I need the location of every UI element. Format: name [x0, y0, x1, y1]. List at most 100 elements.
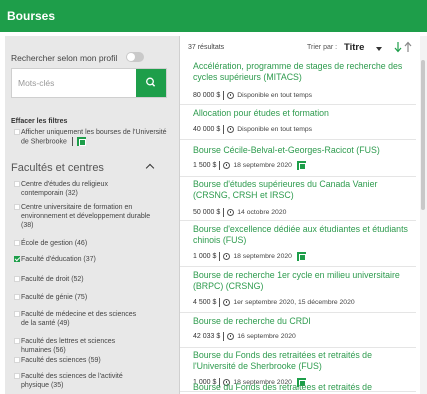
result-title-link[interactable]: Bourse de recherche 1er cycle en milieu …	[193, 270, 411, 292]
result-date: 14 octobre 2020	[237, 209, 287, 216]
result-meta: 80 000 $ Disponible en tout temps	[193, 91, 312, 100]
option-label: Centre d'études du religieux contemporai…	[21, 181, 108, 197]
result-title-link[interactable]: Bourse d'excellence dédiée aux étudiante…	[193, 224, 411, 246]
option-checkbox[interactable]	[14, 357, 20, 363]
option-checkbox[interactable]	[14, 240, 20, 246]
result-item: Bourse Cécile-Belval-et-Georges-Racicot …	[180, 145, 416, 177]
result-date: 18 septembre 2020	[233, 253, 292, 260]
result-item: Bourse d'études supérieures du Canada Va…	[180, 179, 416, 221]
option-checkbox[interactable]	[14, 276, 20, 282]
arrow-up-icon[interactable]	[404, 41, 412, 53]
result-title-link[interactable]: Bourse d'études supérieures du Canada Va…	[193, 179, 411, 201]
result-amount: 4 500 $	[193, 299, 217, 306]
result-meta: 4 500 $ 1er septembre 2020, 15 décembre …	[193, 298, 355, 307]
option-checkbox[interactable]	[14, 311, 20, 317]
results-panel: 37 résultats Trier par : Titre Accélérat…	[180, 36, 420, 394]
sort-label: Trier par :	[307, 44, 338, 51]
clock-icon	[223, 299, 231, 306]
separator	[223, 91, 225, 100]
clock-icon	[227, 92, 235, 99]
option-label: Faculté de médecine et des sciences de l…	[21, 311, 137, 327]
arrow-down-icon[interactable]	[394, 41, 402, 53]
toggle-knob	[127, 53, 135, 61]
option-label: Faculté des lettres et sciences humaines…	[21, 338, 116, 354]
result-date: 16 septembre 2020	[237, 333, 296, 340]
chevron-up-icon[interactable]	[145, 163, 155, 173]
us-badge-icon	[296, 161, 306, 170]
result-amount: 1 000 $	[193, 253, 217, 260]
result-meta: 1 000 $ 18 septembre 2020	[193, 252, 306, 261]
result-title-link[interactable]: Accélération, programme de stages de rec…	[193, 61, 411, 83]
separator	[219, 252, 221, 261]
sherbrooke-only-label: Afficher uniquement les bourses de l'Uni…	[21, 128, 171, 146]
option-checkbox[interactable]	[14, 338, 20, 344]
search-icon	[146, 77, 156, 87]
chevron-down-icon[interactable]	[376, 47, 382, 51]
option-checkbox[interactable]	[14, 373, 20, 379]
keyword-input[interactable]	[18, 78, 128, 88]
separator	[219, 161, 221, 170]
separator	[219, 298, 221, 307]
result-item: Bourse d'excellence dédiée aux étudiante…	[180, 224, 416, 267]
separator	[71, 137, 73, 146]
sort-select[interactable]: Titre	[344, 42, 364, 53]
results-scrollbar[interactable]	[420, 36, 427, 394]
profile-search-label: Rechercher selon mon profil	[11, 53, 118, 63]
option-label: Faculté des sciences de l'activité physi…	[21, 373, 123, 389]
result-title-link[interactable]: Bourse du Fonds des retraitées et retrai…	[193, 350, 411, 372]
clear-filters-link[interactable]: Effacer les filtres	[11, 118, 67, 125]
result-title-link[interactable]: Bourse de recherche du CRDI	[193, 316, 411, 327]
result-item: Bourse du Fonds des retraitées et retrai…	[180, 382, 416, 394]
result-amount: 50 000 $	[193, 209, 221, 216]
separator	[223, 208, 225, 217]
result-date: Disponible en tout temps	[237, 92, 313, 99]
result-date: 18 septembre 2020	[233, 162, 292, 169]
result-meta: 1 500 $ 18 septembre 2020	[193, 161, 306, 170]
result-title-link[interactable]: Bourse Cécile-Belval-et-Georges-Racicot …	[193, 145, 411, 156]
result-amount: 1 500 $	[193, 162, 217, 169]
clock-icon	[227, 209, 235, 216]
scrollbar-thumb[interactable]	[421, 60, 425, 210]
section-heading: Facultés et centres	[11, 162, 104, 174]
option-label: École de gestion (46)	[21, 240, 88, 247]
result-amount: 80 000 $	[193, 92, 221, 99]
us-badge-icon	[76, 137, 86, 146]
profile-toggle[interactable]	[126, 52, 144, 62]
search-button[interactable]	[136, 69, 166, 97]
result-meta: 50 000 $ 14 octobre 2020	[193, 208, 286, 217]
option-checkbox[interactable]	[14, 181, 20, 187]
sherbrooke-only-text: Afficher uniquement les bourses de l'Uni…	[21, 129, 167, 146]
option-label: Faculté de droit (52)	[21, 276, 84, 283]
clock-icon	[223, 253, 231, 260]
result-item: Allocation pour études et formation 40 0…	[180, 108, 416, 140]
option-checkbox[interactable]	[14, 256, 20, 262]
result-item: Accélération, programme de stages de rec…	[180, 61, 416, 105]
clock-icon	[223, 162, 231, 169]
result-item: Bourse de recherche 1er cycle en milieu …	[180, 270, 416, 313]
result-item: Bourse de recherche du CRDI 42 033 $ 16 …	[180, 316, 416, 348]
option-label: Centre universitaire de formation en env…	[21, 204, 151, 229]
search-box	[11, 68, 167, 98]
clock-icon	[227, 126, 235, 133]
top-bar: Bourses	[0, 0, 427, 32]
result-title-link[interactable]: Allocation pour études et formation	[193, 108, 411, 119]
page-title: Bourses	[7, 9, 56, 23]
results-count: 37 résultats	[188, 44, 225, 51]
result-amount: 42 033 $	[193, 333, 221, 340]
clock-icon	[227, 333, 235, 340]
option-checkbox[interactable]	[14, 204, 20, 210]
result-meta: 42 033 $ 16 septembre 2020	[193, 332, 296, 341]
result-title-link[interactable]: Bourse du Fonds des retraitées et retrai…	[193, 382, 411, 394]
option-label: Faculté de génie (75)	[21, 294, 88, 301]
result-date: 1er septembre 2020, 15 décembre 2020	[233, 299, 355, 306]
filters-sidebar: Rechercher selon mon profil Effacer les …	[5, 36, 180, 394]
option-label: Faculté des sciences (59)	[21, 357, 101, 364]
separator	[223, 332, 225, 341]
result-date: Disponible en tout temps	[237, 126, 313, 133]
sherbrooke-only-checkbox[interactable]	[14, 129, 20, 135]
option-label: Faculté d'éducation (37)	[21, 256, 96, 263]
result-meta: 40 000 $ Disponible en tout temps	[193, 125, 312, 134]
result-amount: 40 000 $	[193, 126, 221, 133]
us-badge-icon	[296, 252, 306, 261]
option-checkbox[interactable]	[14, 294, 20, 300]
